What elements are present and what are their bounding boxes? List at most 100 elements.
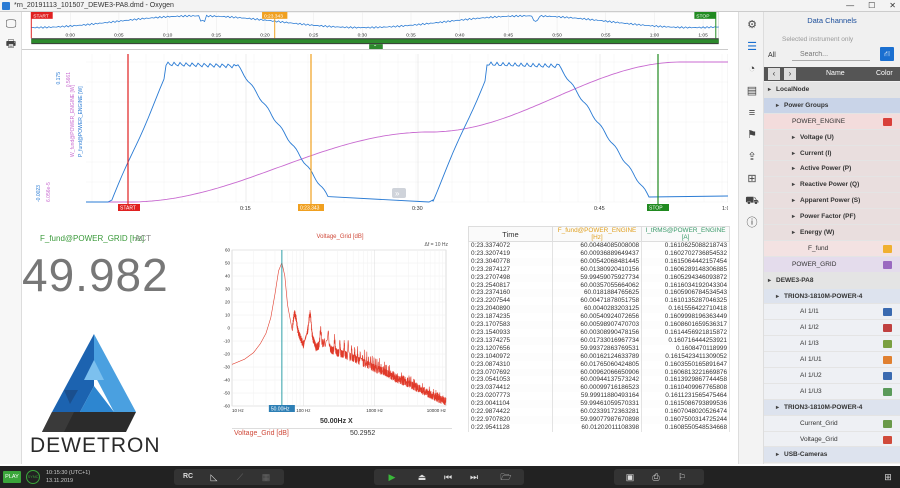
channel-color-swatch[interactable] — [883, 260, 892, 269]
table-row[interactable]: 0:22.9707820 59.99077987670898 0.160750031… — [468, 415, 730, 424]
expand-arrow-icon[interactable]: ▸ — [792, 226, 800, 242]
expand-arrow-icon[interactable]: ▸ — [776, 99, 784, 115]
table-row[interactable]: 0:23.3207419 60.00936889649437 0.160270273… — [468, 249, 730, 258]
list-icon[interactable]: ≡ — [745, 106, 759, 120]
expand-arrow-icon[interactable]: ▸ — [776, 290, 784, 306]
channel-tree-item[interactable]: ▸ USB-Cameras — [764, 447, 900, 464]
table-row[interactable]: 0:23.0041104 59.99461059570331 0.161508679… — [468, 400, 730, 409]
channel-tree-item[interactable]: ▸ Current (I) — [764, 145, 900, 163]
channel-tree-item[interactable]: ▸ TRION3-1810M-POWER-4 — [764, 399, 900, 417]
printer-icon[interactable]: 🖶 — [4, 38, 18, 50]
channel-tree-item[interactable]: AI 1/U1 — [764, 352, 900, 369]
table-row[interactable]: 0:23.1374275 60.01733016967734 0.160716444… — [468, 336, 730, 345]
channel-tree-item[interactable]: AI 1/I2 — [764, 320, 900, 337]
channel-tree-item[interactable]: AI 1/I3 — [764, 336, 900, 353]
skip-back-icon[interactable]: ⏮ — [440, 469, 456, 485]
table-row[interactable]: 0:22.9541128 60.01202011108398 0.160855054… — [468, 423, 730, 432]
channel-tree-item[interactable]: ▸ Apparent Power (S) — [764, 193, 900, 210]
channel-search-input[interactable] — [792, 49, 870, 61]
channel-color-swatch[interactable] — [883, 340, 892, 349]
channel-list-icon[interactable]: ☰ — [745, 40, 759, 54]
channel-color-swatch[interactable] — [883, 308, 892, 317]
table-row[interactable]: 0:23.2874127 60.01380920410156 0.160628914… — [468, 265, 730, 274]
fft-chart[interactable]: Voltage_Grid [dB] Δf = 10 Hz 60 50 40 30 20 1… — [220, 226, 460, 440]
print-icon[interactable]: ⎙ — [648, 469, 664, 485]
channel-color-swatch[interactable] — [883, 356, 892, 365]
table-row[interactable]: 0:23.3040778 60.00542068481445 0.161506444… — [468, 257, 730, 266]
table-header-i-trms[interactable]: I_tRMS@POWER_ENGINE [A] — [641, 226, 730, 242]
column-color-header[interactable]: Color — [876, 70, 893, 77]
table-row[interactable]: 0:23.0874310 60.01765060424805 0.160355016… — [468, 360, 730, 369]
channel-tree-item[interactable]: ▸ DEWE3-PA8 — [764, 272, 900, 289]
save-icon[interactable]: ▣ — [622, 469, 638, 485]
sync-status-badge[interactable]: SYNC — [26, 470, 40, 484]
channel-tree-item[interactable]: ▸ Power Groups — [764, 97, 900, 115]
channel-tree-item[interactable]: ▸ Voltage (U) — [764, 129, 900, 147]
table-row[interactable]: 0:23.0541053 60.00944137573242 0.161392986… — [468, 376, 730, 385]
gauge-icon[interactable]: ◔ — [745, 62, 759, 76]
frequency-display-panel[interactable]: F_fund@POWER_GRID [Hz] ACT 49.982 DEWETR… — [22, 226, 212, 464]
filter-all-dropdown[interactable]: All — [768, 52, 776, 59]
channel-tree-item[interactable]: ▸ Power Factor (PF) — [764, 209, 900, 226]
channel-color-swatch[interactable] — [883, 419, 892, 428]
channel-color-swatch[interactable] — [883, 244, 892, 253]
overview-chart[interactable]: START 0:23.343 STOP 0:00 0:05 0:10 0:15 0:20… — [22, 12, 728, 50]
table-row[interactable]: 0:23.1540933 60.00308990478156 0.161445692… — [468, 328, 730, 337]
table-row[interactable]: 0:23.0207773 59.99911880493164 0.161123156… — [468, 392, 730, 401]
gear-icon[interactable]: ⚙ — [745, 18, 759, 32]
table-row[interactable]: 0:22.9874422 60.02339172363281 0.160704802… — [468, 408, 730, 416]
flag-icon[interactable]: ⚑ — [745, 128, 759, 142]
layout-switch-icon[interactable]: ⊞ — [880, 469, 896, 485]
channel-tree-item[interactable]: AI 1/I1 — [764, 304, 900, 321]
table-row[interactable]: 0:23.2374160 60.0181884765625 0.1605906784… — [468, 289, 730, 298]
nav-back-icon[interactable]: ‹ — [768, 68, 780, 80]
channel-tree-item[interactable]: ▸ Active Power (P) — [764, 161, 900, 178]
expand-arrow-icon[interactable]: ▸ — [768, 83, 776, 99]
channel-tree-item[interactable]: Voltage_Grid — [764, 431, 900, 448]
channel-color-swatch[interactable] — [883, 324, 892, 333]
channel-tree-item[interactable]: Current_Grid — [764, 415, 900, 432]
eject-icon[interactable]: ⏏ — [414, 469, 430, 485]
table-row[interactable]: 0:23.2040890 60.0040283203125 0.1615564227… — [468, 305, 730, 314]
car-icon[interactable]: ⛟ — [745, 194, 759, 208]
play-status-badge[interactable]: PLAY — [3, 471, 21, 483]
table-row[interactable]: 0:23.1040972 60.00162124633789 0.161542341… — [468, 352, 730, 361]
expand-arrow-icon[interactable]: ▸ — [792, 147, 800, 163]
maximize-icon[interactable]: ☐ — [868, 0, 875, 12]
info-icon[interactable]: ⓘ — [745, 216, 759, 230]
rc-button[interactable]: RC — [180, 469, 196, 485]
expand-arrow-icon[interactable]: ▸ — [792, 194, 800, 210]
channel-tree-options-icon[interactable]: ⛙ — [880, 47, 894, 61]
channel-tree-item[interactable]: ▸ Energy (W) — [764, 225, 900, 241]
channel-tree-item[interactable]: AI 1/U2 — [764, 368, 900, 384]
expand-arrow-icon[interactable]: ▸ — [792, 178, 800, 194]
expand-arrow-icon[interactable]: ▸ — [792, 210, 800, 226]
data-table-panel[interactable]: Time F_fund@POWER_ENGINE [Hz] I_tRMS@POW… — [468, 226, 730, 454]
expand-arrow-icon[interactable]: ▸ — [776, 401, 784, 417]
nav-forward-icon[interactable]: › — [784, 68, 796, 80]
table-row[interactable]: 0:23.0374412 60.00099716186523 0.161040996… — [468, 384, 730, 393]
channel-color-swatch[interactable] — [883, 372, 892, 381]
expand-arrow-icon[interactable]: ▸ — [792, 131, 800, 147]
selected-instrument-only-toggle[interactable]: Selected instrument only — [782, 36, 853, 43]
play-button[interactable]: ▶ — [384, 469, 400, 485]
channel-tree-item[interactable]: AI 1/U3 — [764, 383, 900, 400]
grid-icon[interactable]: ▦ — [258, 469, 274, 485]
expand-arrow-icon[interactable]: ▸ — [776, 448, 784, 464]
channel-tree-item[interactable]: F_fund — [764, 240, 900, 257]
export-icon[interactable]: ⇪ — [745, 150, 759, 164]
ruler-icon[interactable]: ◺ — [206, 469, 222, 485]
channel-color-swatch[interactable] — [883, 435, 892, 444]
table-row[interactable]: 0:23.1207656 59.99372863769531 0.160847011… — [468, 344, 730, 353]
channel-tree-item[interactable]: ▸ LocalNode — [764, 82, 900, 98]
channel-tree-item[interactable]: ▸ Reactive Power (Q) — [764, 177, 900, 194]
table-header-f-fund[interactable]: F_fund@POWER_ENGINE [Hz] — [551, 226, 643, 242]
channel-tree-item[interactable]: POWER_GRID — [764, 256, 900, 273]
skip-forward-icon[interactable]: ⏭ — [466, 469, 482, 485]
network-icon[interactable]: ⊞ — [745, 172, 759, 186]
folder-icon[interactable]: 🗁 — [498, 469, 514, 485]
channel-tree-item[interactable]: POWER_ENGINE — [764, 113, 900, 130]
table-row[interactable]: 0:23.2540817 60.00357055664062 0.161603419… — [468, 281, 730, 290]
expand-arrow-icon[interactable]: ▸ — [792, 162, 800, 178]
minimize-icon[interactable]: — — [846, 0, 854, 12]
